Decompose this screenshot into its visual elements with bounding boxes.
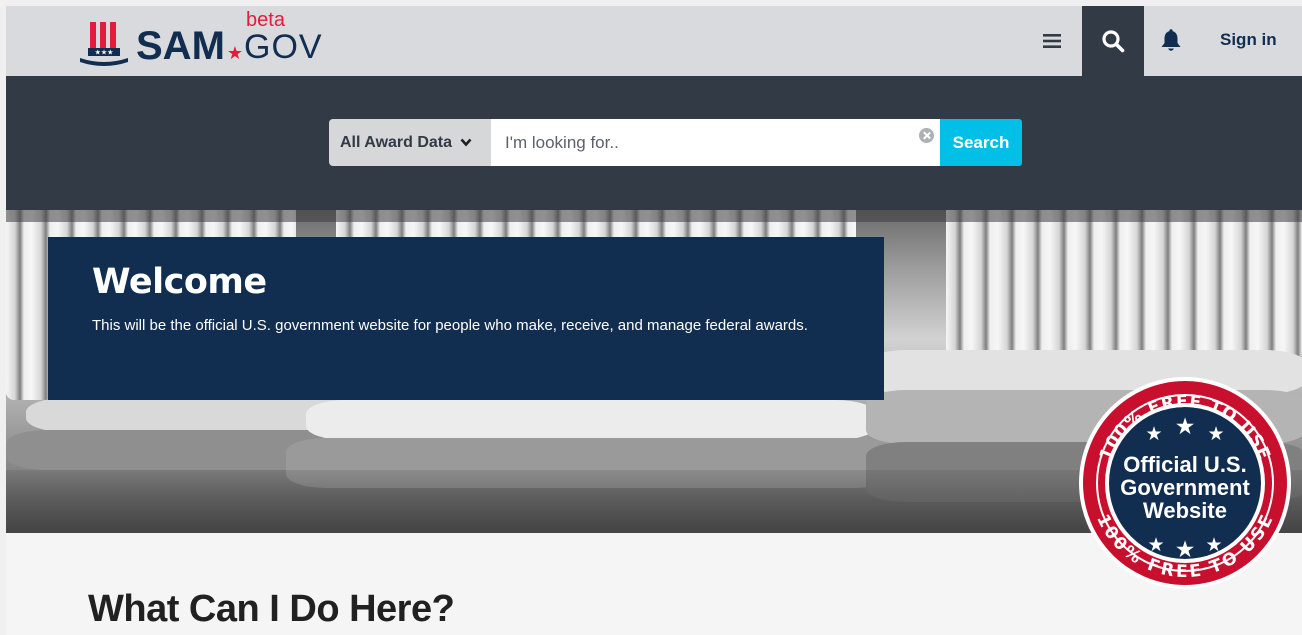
notification-bell-icon	[1161, 29, 1181, 51]
award-data-filter-dropdown[interactable]: All Award Data	[329, 119, 491, 166]
sam-gov-logo[interactable]: ★★★ SAM ★ beta GOV	[78, 10, 323, 68]
sign-in-link[interactable]: Sign in	[1220, 30, 1277, 50]
logo-star-icon: ★	[226, 43, 244, 63]
hamburger-menu-button[interactable]	[1040, 28, 1064, 54]
svg-text:★★★: ★★★	[95, 49, 114, 57]
official-government-website-badge: 100% FREE TO USE 100% FREE TO USE ★ ★ ★ …	[1076, 374, 1294, 592]
svg-text:★: ★	[1175, 536, 1196, 562]
what-can-i-do-heading: What Can I Do Here?	[88, 588, 455, 630]
badge-line-1: Official U.S.	[1123, 452, 1246, 477]
logo-sam-text: SAM	[136, 24, 225, 68]
uncle-sam-hat-icon: ★★★	[78, 20, 130, 66]
search-toggle-button[interactable]	[1082, 6, 1144, 76]
search-icon	[1102, 30, 1125, 53]
page: ★★★ SAM ★ beta GOV Sign in All Award Dat…	[6, 6, 1302, 635]
svg-text:★: ★	[1147, 535, 1164, 556]
beta-label: beta	[246, 9, 285, 31]
filter-selected-value: All Award Data	[340, 133, 453, 151]
welcome-title: Welcome	[92, 262, 267, 302]
welcome-description: This will be the official U.S. governmen…	[92, 317, 808, 334]
search-band: All Award Data Search	[6, 76, 1302, 210]
hamburger-menu-icon	[1043, 34, 1061, 48]
logo-gov-text: GOV	[244, 28, 323, 66]
logo-gov-group: beta GOV	[244, 10, 323, 66]
badge-seal-icon: 100% FREE TO USE 100% FREE TO USE ★ ★ ★ …	[1079, 377, 1291, 589]
clear-search-icon[interactable]	[919, 128, 934, 143]
svg-text:★: ★	[1205, 535, 1222, 556]
search-field	[491, 119, 941, 166]
search-button[interactable]: Search	[940, 119, 1022, 166]
search-input[interactable]	[491, 119, 941, 166]
badge-line-3: Website	[1143, 498, 1227, 523]
svg-text:★: ★	[1175, 413, 1196, 439]
welcome-panel: Welcome This will be the official U.S. g…	[48, 237, 884, 400]
svg-text:★: ★	[1145, 424, 1162, 445]
svg-text:★: ★	[1207, 424, 1224, 445]
notifications-button[interactable]	[1158, 28, 1184, 54]
chevron-down-icon	[460, 138, 472, 147]
badge-line-2: Government	[1120, 475, 1250, 500]
site-header: ★★★ SAM ★ beta GOV Sign in	[6, 6, 1302, 76]
